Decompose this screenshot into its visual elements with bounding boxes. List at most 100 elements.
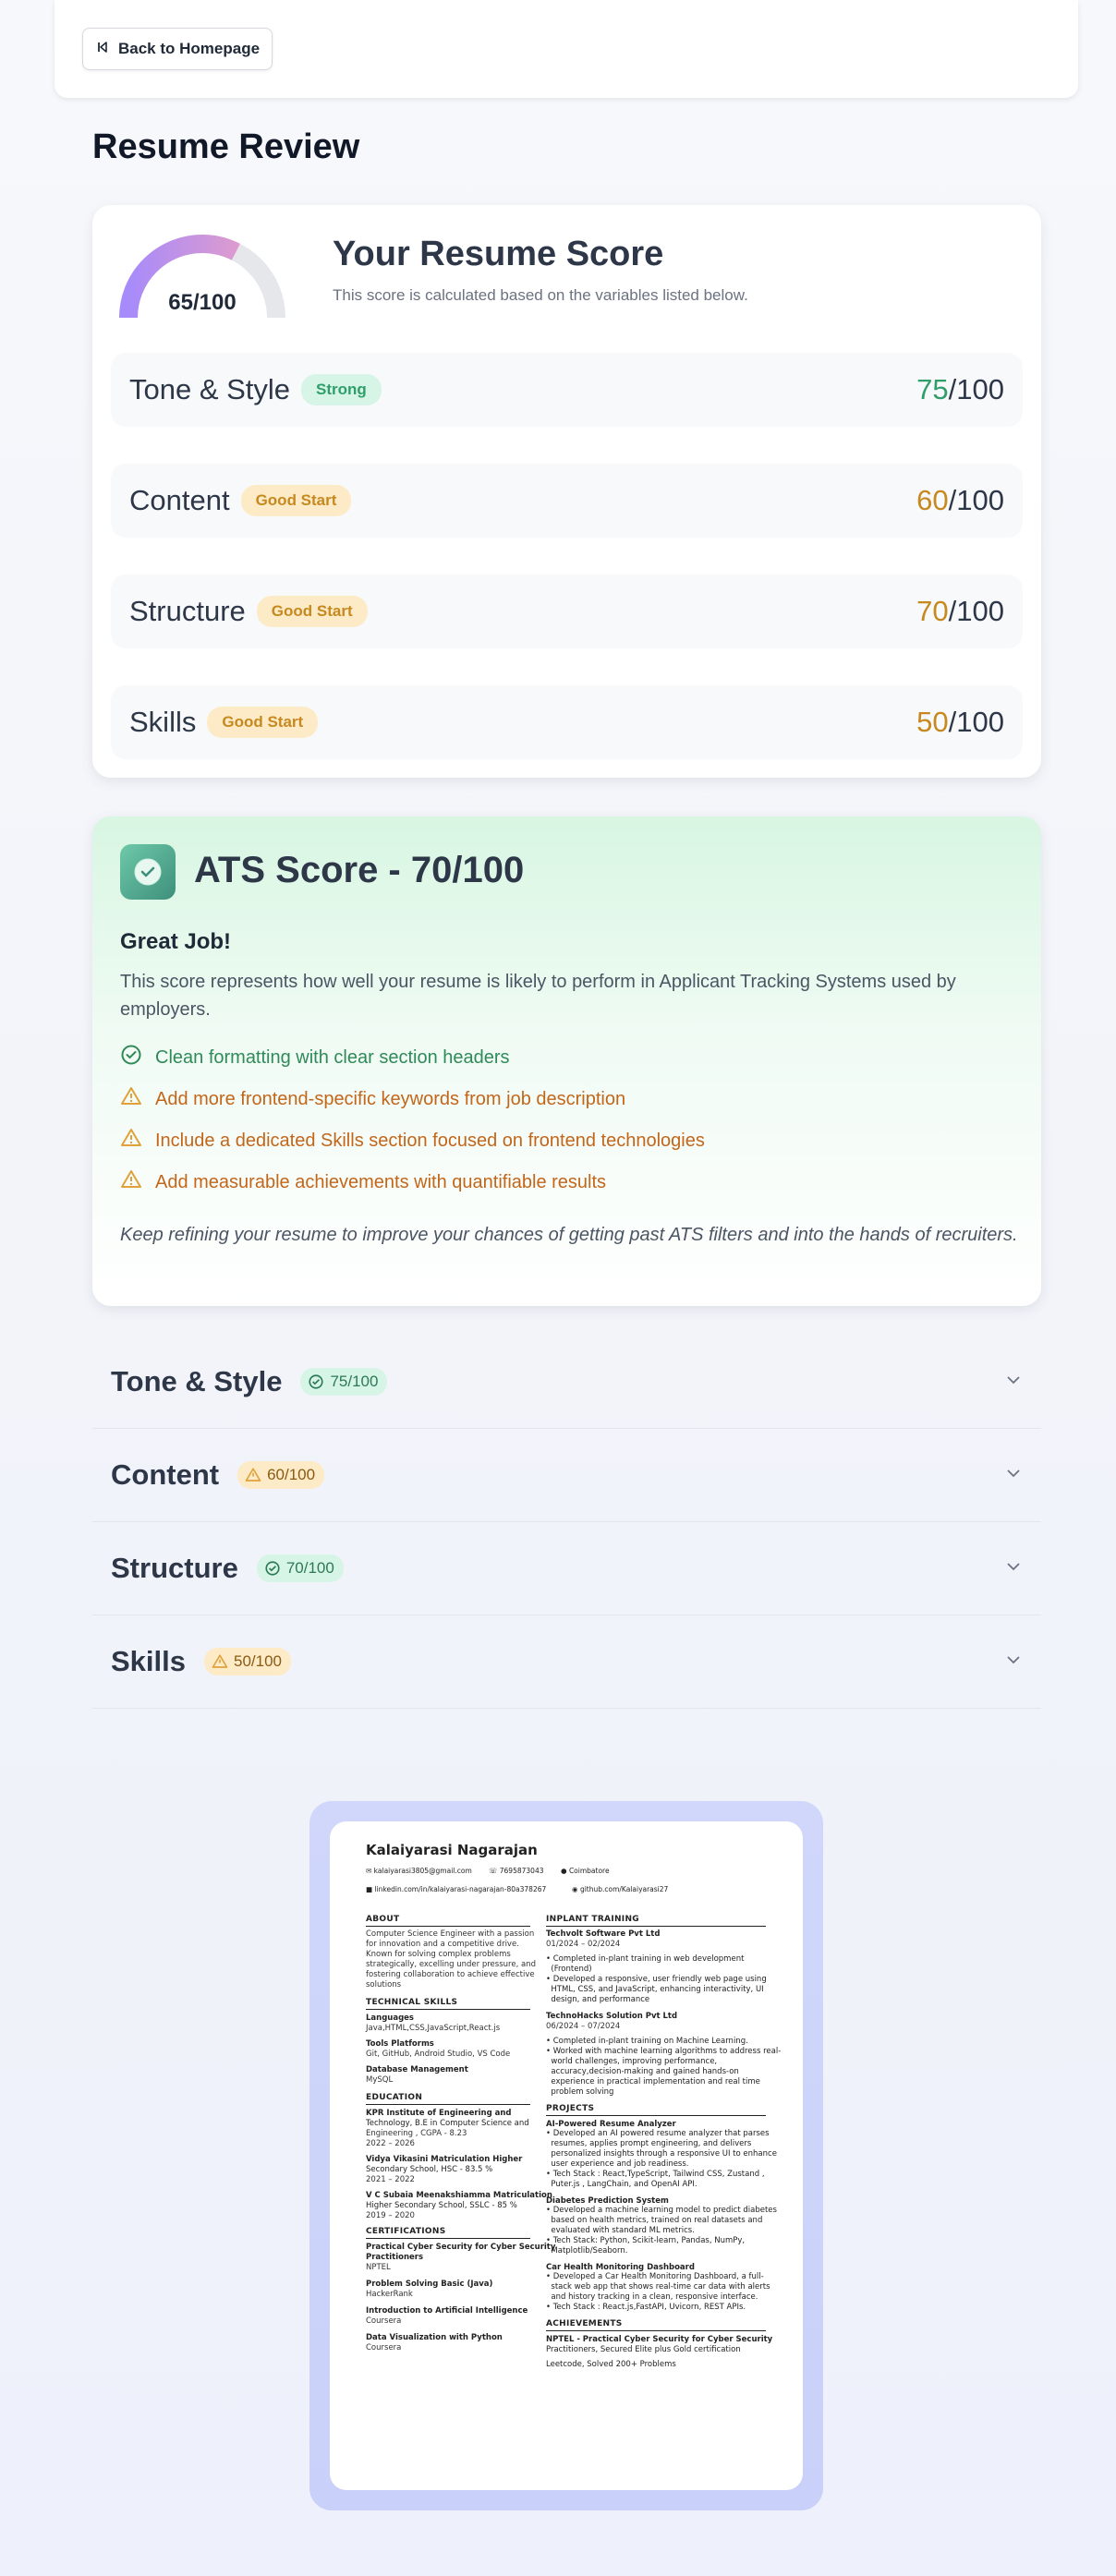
resume-location-text: Coimbatore [568,1867,610,1875]
resume-github-text: github.com/Kalaiyarasi27 [579,1885,669,1893]
resume-bullet: • Developed a machine learning model to … [546,2206,777,2215]
ats-check-badge-icon [120,844,176,900]
category-name: Content [129,484,230,516]
resume-email: ✉ kalaiyarasi3805@gmail.com [366,1866,472,1877]
resume-skill-value: Git, GitHub, Android Studio, VS Code [366,2050,511,2059]
accordion-tone-style[interactable]: Tone & Style 75/100 [92,1336,1041,1429]
resume-date: 01/2024 – 02/2024 [546,1940,621,1949]
category-score-max: /100 [948,373,1004,405]
ats-tip: Add measurable achievements with quantif… [120,1168,606,1196]
resume-bullet: based on health metrics, trained on real… [546,2216,763,2225]
chevron-down-icon[interactable] [1004,1557,1023,1580]
category-score: 70 [916,595,949,627]
resume-section-heading: INPLANT TRAINING [546,1914,766,1927]
category-name: Structure [129,595,246,627]
accordion-title: Skills [111,1645,186,1677]
warning-icon [245,1468,261,1482]
resume-cert-provider: HackerRank [366,2290,413,2299]
accordion-skills[interactable]: Skills 50/100 [92,1615,1041,1709]
accordion-title: Structure [111,1552,238,1584]
check-circle-icon [309,1374,324,1389]
warning-icon [120,1168,142,1196]
ats-tip-text: Include a dedicated Skills section focus… [155,1130,705,1151]
resume-bullet: • Tech Stack : React,TypeScript, Tailwin… [546,2170,765,2179]
resume-linkedin-text: linkedin.com/in/kalaiyarasi-nagarajan-80… [374,1885,547,1893]
resume-bullet: • Completed in-plant training on Machine… [546,2037,748,2046]
resume-bullet: accuracy,decision-making and gained hand… [546,2067,739,2076]
score-badge-text: 60/100 [267,1466,316,1483]
chevron-down-icon[interactable] [1004,1651,1023,1674]
category-badge: Good Start [256,596,368,627]
resume-section-heading: EDUCATION [366,2092,530,2105]
warning-icon [120,1085,142,1113]
github-icon: ◉ [572,1885,580,1893]
category-score: 60 [916,484,949,516]
ats-note: Keep refining your resume to improve you… [120,1225,1018,1245]
resume-section-heading: ACHIEVEMENTS [546,2318,766,2331]
resume-date: 06/2024 – 07/2024 [546,2022,621,2031]
accordion-structure[interactable]: Structure 70/100 [92,1522,1041,1615]
score-badge: 70/100 [256,1554,344,1582]
resume-bullet: stack web app that shows real-time car d… [546,2282,770,2292]
resume-phone: ☏ 7695873043 [489,1866,543,1877]
category-name: Skills [129,706,197,738]
score-badge-text: 50/100 [234,1652,282,1670]
resume-bullet: personalized insights through a responsi… [546,2149,777,2159]
resume-bullet: evaluated with standard ML metrics. [546,2226,695,2235]
resume-edu-line: 2022 – 2026 [366,2139,415,2148]
resume-bullet: • Tech Stack : React.js,FastAPI, Uvicorn… [546,2303,746,2312]
resume-cert-provider: NPTEL [366,2263,391,2272]
resume-bullet: • Worked with machine learning algorithm… [546,2047,782,2056]
score-badge: 60/100 [237,1461,325,1489]
category-score-max: /100 [948,595,1004,627]
resume-section-heading: ABOUT [366,1914,530,1927]
resume-bullet: and history tracking in a clean, respons… [546,2292,758,2302]
resume-bullet: • Developed a Car Health Monitoring Dash… [546,2272,764,2281]
ats-tip: Include a dedicated Skills section focus… [120,1127,705,1155]
top-nav-bar: Back to Homepage [55,0,1078,98]
resume-section-heading: PROJECTS [546,2103,766,2116]
ats-score-card: ATS Score - 70/100 Great Job! This score… [92,816,1041,1306]
resume-text-line: solutions [366,1980,402,1989]
resume-email-text: kalaiyarasi3805@gmail.com [373,1867,472,1875]
resume-cert-provider: Coursera [366,2343,402,2352]
resume-bullet: (Frontend) [546,1965,592,1974]
warning-icon [120,1127,142,1155]
category-score-max: /100 [948,484,1004,516]
location-icon: ● [561,1867,569,1875]
resume-bullet: HTML, CSS, and JavaScript, enhancing int… [546,1985,764,1994]
back-to-homepage-button[interactable]: Back to Homepage [82,28,273,70]
score-card-subtitle: This score is calculated based on the va… [333,286,748,304]
category-name: Tone & Style [129,373,291,405]
resume-achievement: Leetcode, Solved 200+ Problems [546,2360,676,2369]
resume-bullet: experience in practical implementation a… [546,2077,760,2086]
chevron-down-icon[interactable] [1004,1371,1023,1394]
resume-phone-text: 7695873043 [499,1867,544,1875]
warning-icon [212,1654,228,1668]
category-badge: Good Start [240,485,352,516]
check-circle-icon [265,1561,280,1576]
resume-name: Kalaiyarasi Nagarajan [366,1842,538,1858]
resume-bullet: problem solving [546,2087,614,2097]
resume-section-heading: CERTIFICATIONS [366,2226,530,2239]
category-score-max: /100 [948,706,1004,738]
score-badge-text: 70/100 [285,1559,334,1577]
resume-achievement: Practitioners, Secured Elite plus Gold c… [546,2345,741,2354]
back-arrow-icon [96,40,109,58]
resume-preview[interactable]: Kalaiyarasi Nagarajan ✉ kalaiyarasi3805@… [309,1801,823,2510]
category-score: 50 [916,706,949,738]
resume-bullet: user experience and job readiness. [546,2159,689,2169]
resume-skill-value: MySQL [366,2075,394,2085]
accordion-title: Content [111,1458,220,1491]
ats-title: ATS Score - 70/100 [194,850,525,890]
accordion-content[interactable]: Content 60/100 [92,1429,1041,1522]
resume-edu-line: 2019 – 2020 [366,2211,415,2220]
resume-bullet: design, and performance [546,1995,650,2004]
category-row-structure: Structure Good Start 70/100 [111,574,1023,648]
resume-bullet: • Developed an AI powered resume analyze… [546,2129,770,2138]
resume-github: ◉ github.com/Kalaiyarasi27 [572,1884,668,1895]
resume-section-heading: TECHNICAL SKILLS [366,1997,530,2010]
resume-bullet: • Completed in-plant training in web dev… [546,1954,745,1964]
chevron-down-icon[interactable] [1004,1464,1023,1487]
score-badge-text: 75/100 [330,1373,379,1390]
